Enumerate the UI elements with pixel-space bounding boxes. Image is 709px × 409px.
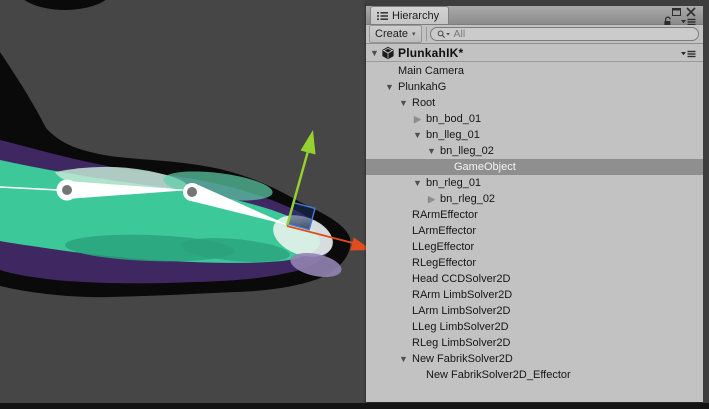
tree-row-label: RArmEffector (412, 207, 478, 223)
tree-row[interactable]: LLeg LimbSolver2D (366, 319, 703, 335)
foldout-closed-icon[interactable]: ▶ (425, 191, 438, 207)
bone-joint-2-dot[interactable] (187, 187, 197, 197)
tree-row-label: Head CCDSolver2D (412, 271, 510, 287)
foldout-open-icon[interactable]: ▼ (411, 175, 424, 191)
maximize-button[interactable] (671, 7, 681, 16)
tab-strip: Hierarchy (366, 6, 703, 25)
tree-row[interactable]: RArmEffector (366, 207, 703, 223)
creature-limb-sprite (0, 0, 350, 297)
tree-row[interactable]: GameObject (366, 159, 703, 175)
tree-row[interactable]: ▼bn_lleg_01 (366, 127, 703, 143)
tree-row[interactable]: ▼bn_rleg_01 (366, 175, 703, 191)
window-bottom-edge (0, 403, 709, 409)
tree-row-label: bn_rleg_02 (440, 191, 495, 207)
tree-row[interactable]: RArm LimbSolver2D (366, 287, 703, 303)
list-icon (377, 11, 388, 21)
window-right-edge (703, 0, 709, 403)
tree-row-label: New FabrikSolver2D (412, 351, 513, 367)
tree-row-label: PlunkahG (398, 79, 446, 95)
foldout-open-icon[interactable]: ▼ (425, 143, 438, 159)
panel-menu-icon (681, 50, 696, 58)
tree-row[interactable]: ▶bn_rleg_02 (366, 191, 703, 207)
tree-row[interactable]: LArm LimbSolver2D (366, 303, 703, 319)
tree-row-label: bn_lleg_02 (440, 143, 494, 159)
tree-row-label: LArmEffector (412, 223, 476, 239)
scene-row-menu-button[interactable] (680, 49, 696, 58)
tree-row[interactable]: New FabrikSolver2D_Effector (366, 367, 703, 383)
foldout-closed-icon[interactable]: ▶ (411, 111, 424, 127)
tree-row[interactable]: LLegEffector (366, 239, 703, 255)
scene-foldout[interactable]: ▼ (368, 48, 381, 58)
tab-hierarchy[interactable]: Hierarchy (370, 6, 449, 24)
magnifier-icon[interactable] (437, 30, 451, 39)
tree-row-label: Root (412, 95, 435, 111)
tree-row-label: bn_lleg_01 (426, 127, 480, 143)
tree-row[interactable]: RLeg LimbSolver2D (366, 335, 703, 351)
tree-row-label: bn_bod_01 (426, 111, 481, 127)
tree-row-label: LLeg LimbSolver2D (412, 319, 509, 335)
tree-row[interactable]: ▼New FabrikSolver2D (366, 351, 703, 367)
tree-row-label: GameObject (454, 159, 516, 175)
tab-label: Hierarchy (392, 10, 439, 22)
tree-row[interactable]: LArmEffector (366, 223, 703, 239)
foldout-open-icon[interactable]: ▼ (383, 79, 396, 95)
tree-row-label: LLegEffector (412, 239, 474, 255)
bone-joint-1-dot[interactable] (62, 185, 72, 195)
tree-row-label: New FabrikSolver2D_Effector (426, 367, 571, 383)
tree-row[interactable]: RLegEffector (366, 255, 703, 271)
hierarchy-tree: Main Camera▼PlunkahG▼Root▶bn_bod_01▼bn_l… (366, 62, 703, 402)
tree-row[interactable]: Head CCDSolver2D (366, 271, 703, 287)
creature-offscreen-blob (15, 0, 115, 10)
close-button[interactable] (685, 6, 696, 17)
tree-row-label: bn_rleg_01 (426, 175, 481, 191)
create-button[interactable]: Create ▾ (369, 25, 422, 43)
y-axis-arrow[interactable] (301, 130, 316, 155)
tree-row-label: RLeg LimbSolver2D (412, 335, 510, 351)
unity-logo-icon (381, 46, 395, 60)
hierarchy-toolbar: Create ▾ All (366, 25, 703, 44)
close-icon (686, 7, 696, 17)
unity-editor-window: Hierarchy (0, 0, 709, 409)
foldout-open-icon[interactable]: ▼ (411, 127, 424, 143)
search-input[interactable]: All (430, 27, 699, 41)
tree-row-label: RArm LimbSolver2D (412, 287, 512, 303)
tree-row[interactable]: Main Camera (366, 63, 703, 79)
tree-row-label: RLegEffector (412, 255, 476, 271)
scene-name: PlunkahIK* (398, 46, 463, 60)
create-dropdown-caret: ▾ (412, 31, 416, 38)
scene-row[interactable]: ▼ PlunkahIK* (366, 44, 703, 62)
tree-row-label: Main Camera (398, 63, 464, 79)
tree-row[interactable]: ▶bn_bod_01 (366, 111, 703, 127)
tree-row[interactable]: ▼PlunkahG (366, 79, 703, 95)
create-button-label: Create (375, 28, 408, 40)
foldout-open-icon[interactable]: ▼ (397, 95, 410, 111)
foldout-open-icon[interactable]: ▼ (397, 351, 410, 367)
search-mode-text: All (454, 28, 466, 40)
maximize-icon (672, 8, 681, 16)
tree-row-label: LArm LimbSolver2D (412, 303, 510, 319)
toolbar-separator (426, 27, 427, 41)
tree-row[interactable]: ▼bn_lleg_02 (366, 143, 703, 159)
hierarchy-panel: Hierarchy (366, 0, 703, 402)
tree-row[interactable]: ▼Root (366, 95, 703, 111)
